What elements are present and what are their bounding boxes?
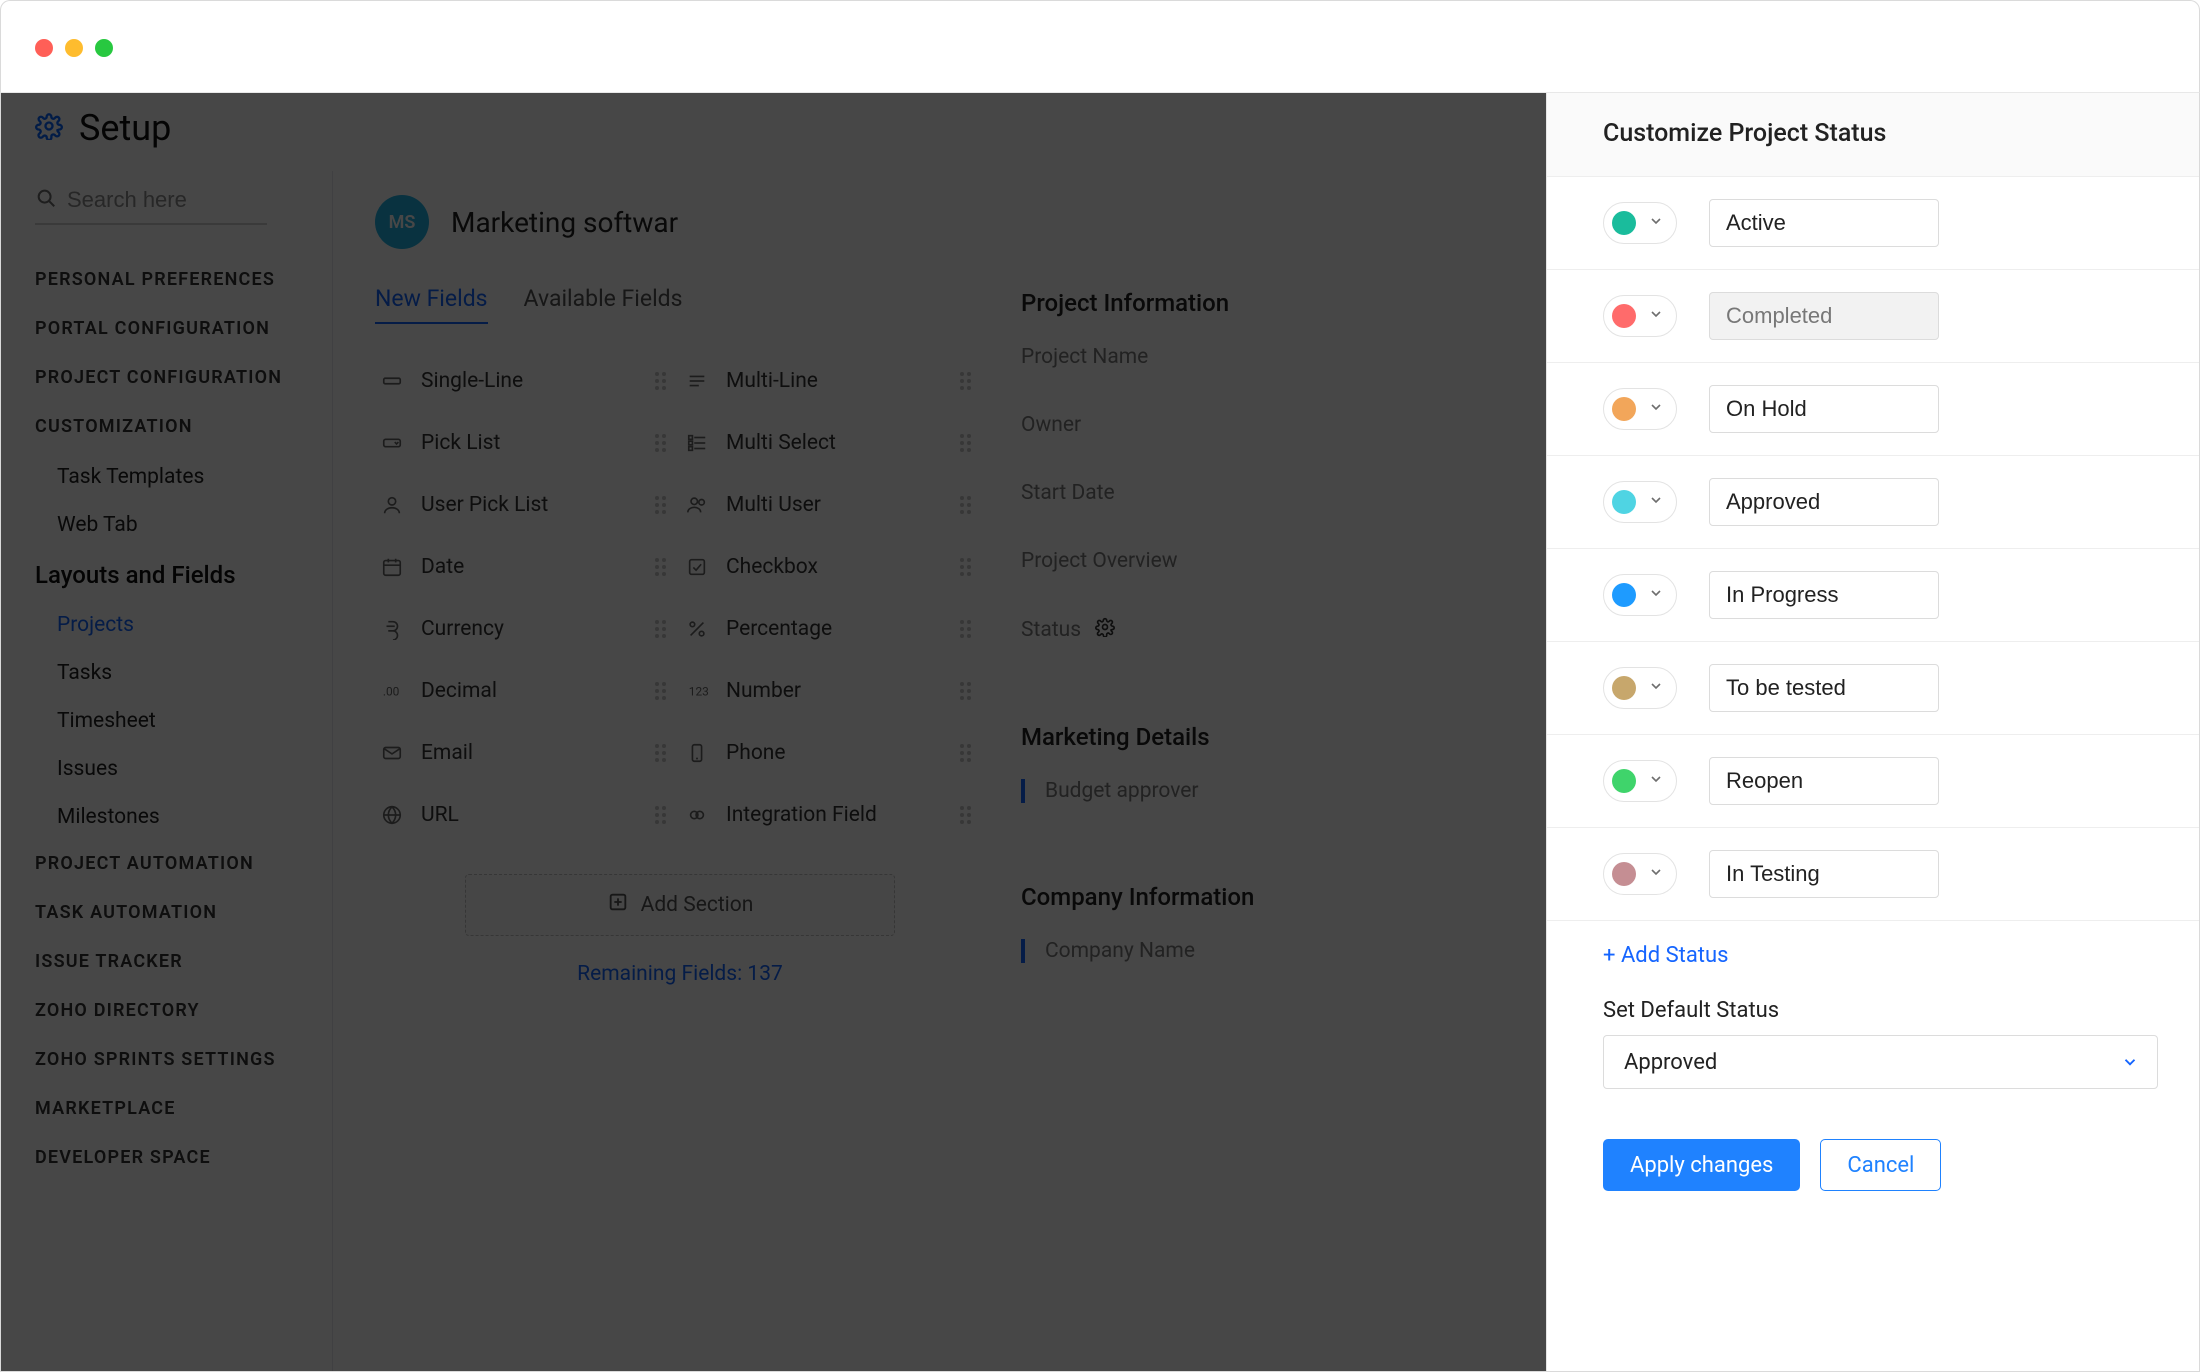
- window-chrome: [0, 0, 2200, 92]
- minimize-window-button[interactable]: [65, 39, 83, 57]
- chevron-down-icon: [1648, 864, 1664, 884]
- status-name-input[interactable]: [1709, 757, 1939, 805]
- panel-header: Customize Project Status: [1547, 93, 2199, 177]
- status-name-input[interactable]: [1709, 664, 1939, 712]
- traffic-lights: [35, 39, 113, 57]
- chevron-down-icon: [1648, 399, 1664, 419]
- customize-status-panel: Customize Project Status + Add Status Se…: [1546, 93, 2199, 1371]
- status-color-dot: [1612, 676, 1636, 700]
- status-color-dot: [1612, 862, 1636, 886]
- chevron-down-icon: [1648, 213, 1664, 233]
- default-status-label: Set Default Status: [1603, 998, 2143, 1023]
- status-color-dot: [1612, 397, 1636, 421]
- status-row: [1547, 270, 2199, 363]
- status-color-picker[interactable]: [1603, 388, 1677, 430]
- status-color-picker[interactable]: [1603, 853, 1677, 895]
- chevron-down-icon: [1648, 678, 1664, 698]
- chevron-down-icon: [1648, 585, 1664, 605]
- cancel-button[interactable]: Cancel: [1820, 1139, 1941, 1191]
- status-row: [1547, 735, 2199, 828]
- default-status-select[interactable]: Approved: [1603, 1035, 2158, 1089]
- status-color-picker[interactable]: [1603, 202, 1677, 244]
- status-name-input[interactable]: [1709, 478, 1939, 526]
- status-row: [1547, 456, 2199, 549]
- panel-title: Customize Project Status: [1603, 119, 2159, 148]
- add-status-link[interactable]: + Add Status: [1603, 943, 1728, 968]
- maximize-window-button[interactable]: [95, 39, 113, 57]
- status-name-input[interactable]: [1709, 199, 1939, 247]
- close-window-button[interactable]: [35, 39, 53, 57]
- status-row: [1547, 177, 2199, 270]
- status-color-dot: [1612, 211, 1636, 235]
- status-row: [1547, 828, 2199, 921]
- chevron-down-icon: [1648, 306, 1664, 326]
- status-color-dot: [1612, 583, 1636, 607]
- chevron-down-icon: [1648, 771, 1664, 791]
- status-row: [1547, 363, 2199, 456]
- status-color-picker[interactable]: [1603, 481, 1677, 523]
- status-row: [1547, 642, 2199, 735]
- status-color-picker[interactable]: [1603, 667, 1677, 709]
- status-color-dot: [1612, 769, 1636, 793]
- status-color-picker[interactable]: [1603, 574, 1677, 616]
- status-color-picker[interactable]: [1603, 295, 1677, 337]
- app: Setup PERSONAL PREFERENCESPORTAL CONFIGU…: [0, 92, 2200, 1372]
- apply-changes-button[interactable]: Apply changes: [1603, 1139, 1800, 1191]
- status-name-input: [1709, 292, 1939, 340]
- status-name-input[interactable]: [1709, 385, 1939, 433]
- status-name-input[interactable]: [1709, 571, 1939, 619]
- status-name-input[interactable]: [1709, 850, 1939, 898]
- chevron-down-icon: [1648, 492, 1664, 512]
- status-row: [1547, 549, 2199, 642]
- status-color-dot: [1612, 304, 1636, 328]
- status-color-picker[interactable]: [1603, 760, 1677, 802]
- status-color-dot: [1612, 490, 1636, 514]
- default-status-value: Approved: [1624, 1050, 1717, 1075]
- panel-actions: Apply changes Cancel: [1547, 1089, 2199, 1231]
